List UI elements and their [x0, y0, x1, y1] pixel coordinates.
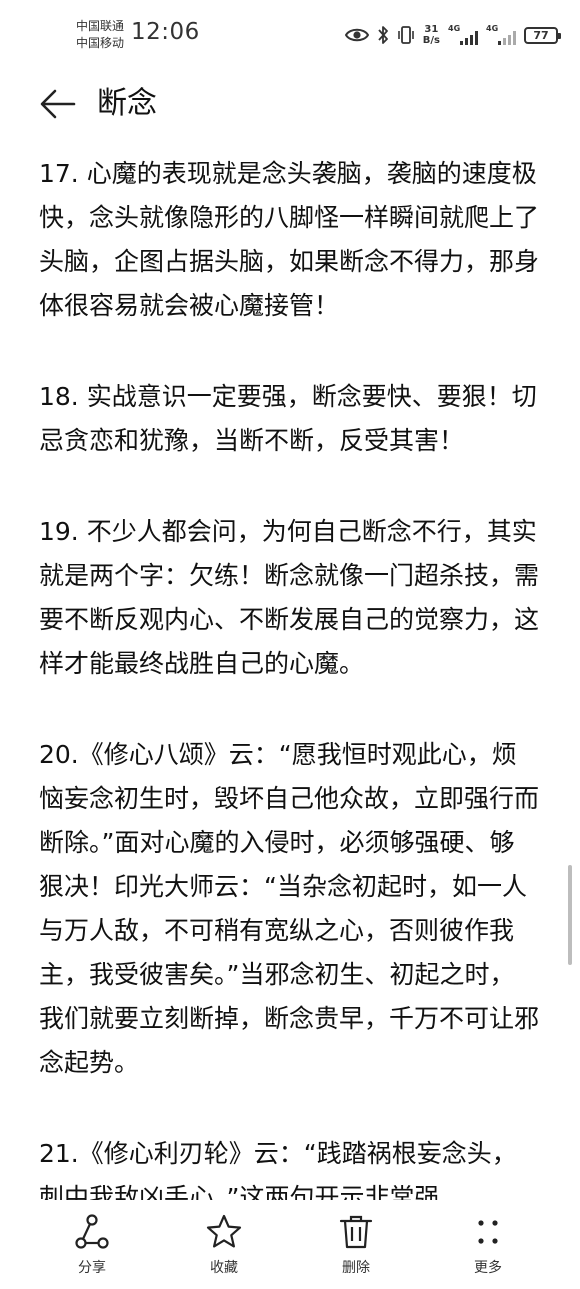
bottom-toolbar: 分享 收藏 删除 更多 [0, 1200, 580, 1289]
carrier-1: 中国联通 [76, 19, 125, 33]
battery-icon: 77 [524, 26, 561, 44]
back-button[interactable] [38, 84, 78, 124]
vibrate-icon [397, 26, 414, 44]
carrier-2: 中国移动 [76, 36, 125, 50]
scrollbar-thumb[interactable] [568, 865, 572, 965]
signal-weak-icon [498, 31, 516, 45]
delete-label: 删除 [342, 1260, 370, 1276]
paragraph-17: 17. 心魔的表现就是念头袭脑，袭脑的速度极快，念头就像隐形的八脚怪一样瞬间就爬… [39, 159, 539, 320]
battery-level: 77 [533, 28, 549, 42]
more-icon [478, 1220, 498, 1244]
more-button[interactable]: 更多 [438, 1212, 538, 1277]
share-icon [75, 1214, 109, 1249]
share-label: 分享 [78, 1260, 106, 1276]
sim1-network-tag: 4G [448, 24, 461, 33]
network-speed-value: 31 [424, 24, 439, 35]
paragraph-21: 21.《修心利刃轮》云：“践踏祸根妄念头，刺中我敌凶手心。”这两句开示非常强 [39, 1139, 517, 1200]
sim2-network-tag: 4G [486, 24, 499, 33]
delete-button[interactable]: 删除 [306, 1212, 406, 1277]
paragraph-18: 18. 实战意识一定要强，断念要快、要狠！切忌贪恋和犹豫，当断不断，反受其害！ [39, 382, 537, 455]
sim2-signal: 4G [486, 24, 516, 46]
eye-icon [344, 28, 369, 42]
title-bar: 断念 [0, 72, 580, 136]
status-icons: 31 B/s 4G 4G 77 [344, 22, 561, 48]
arrow-left-icon [40, 89, 76, 119]
sim1-signal: 4G [448, 24, 478, 46]
favorite-label: 收藏 [210, 1260, 238, 1276]
share-button[interactable]: 分享 [42, 1212, 142, 1277]
paragraph-20: 20.《修心八颂》云：“愿我恒时观此心，烦恼妄念初生时，毁坏自己他众故，立即强行… [39, 740, 539, 1077]
network-speed: 31 B/s [423, 24, 440, 46]
star-icon [206, 1214, 242, 1248]
more-label: 更多 [474, 1260, 502, 1276]
signal-icon [460, 31, 478, 45]
paragraph-19: 19. 不少人都会问，为何自己断念不行，其实就是两个字：欠练！断念就像一门超杀技… [39, 517, 539, 678]
network-speed-unit: B/s [422, 35, 440, 46]
favorite-button[interactable]: 收藏 [174, 1212, 274, 1277]
article-content[interactable]: 17. 心魔的表现就是念头袭脑，袭脑的速度极快，念头就像隐形的八脚怪一样瞬间就爬… [39, 152, 539, 1200]
status-bar: 中国联通 中国移动 12:06 31 B/s 4G 4G 77 [0, 0, 580, 66]
trash-icon [339, 1215, 373, 1249]
bluetooth-icon [378, 26, 388, 44]
page-title: 断念 [97, 86, 157, 121]
carrier-names: 中国联通 中国移动 [76, 18, 124, 52]
status-time: 12:06 [131, 19, 200, 45]
